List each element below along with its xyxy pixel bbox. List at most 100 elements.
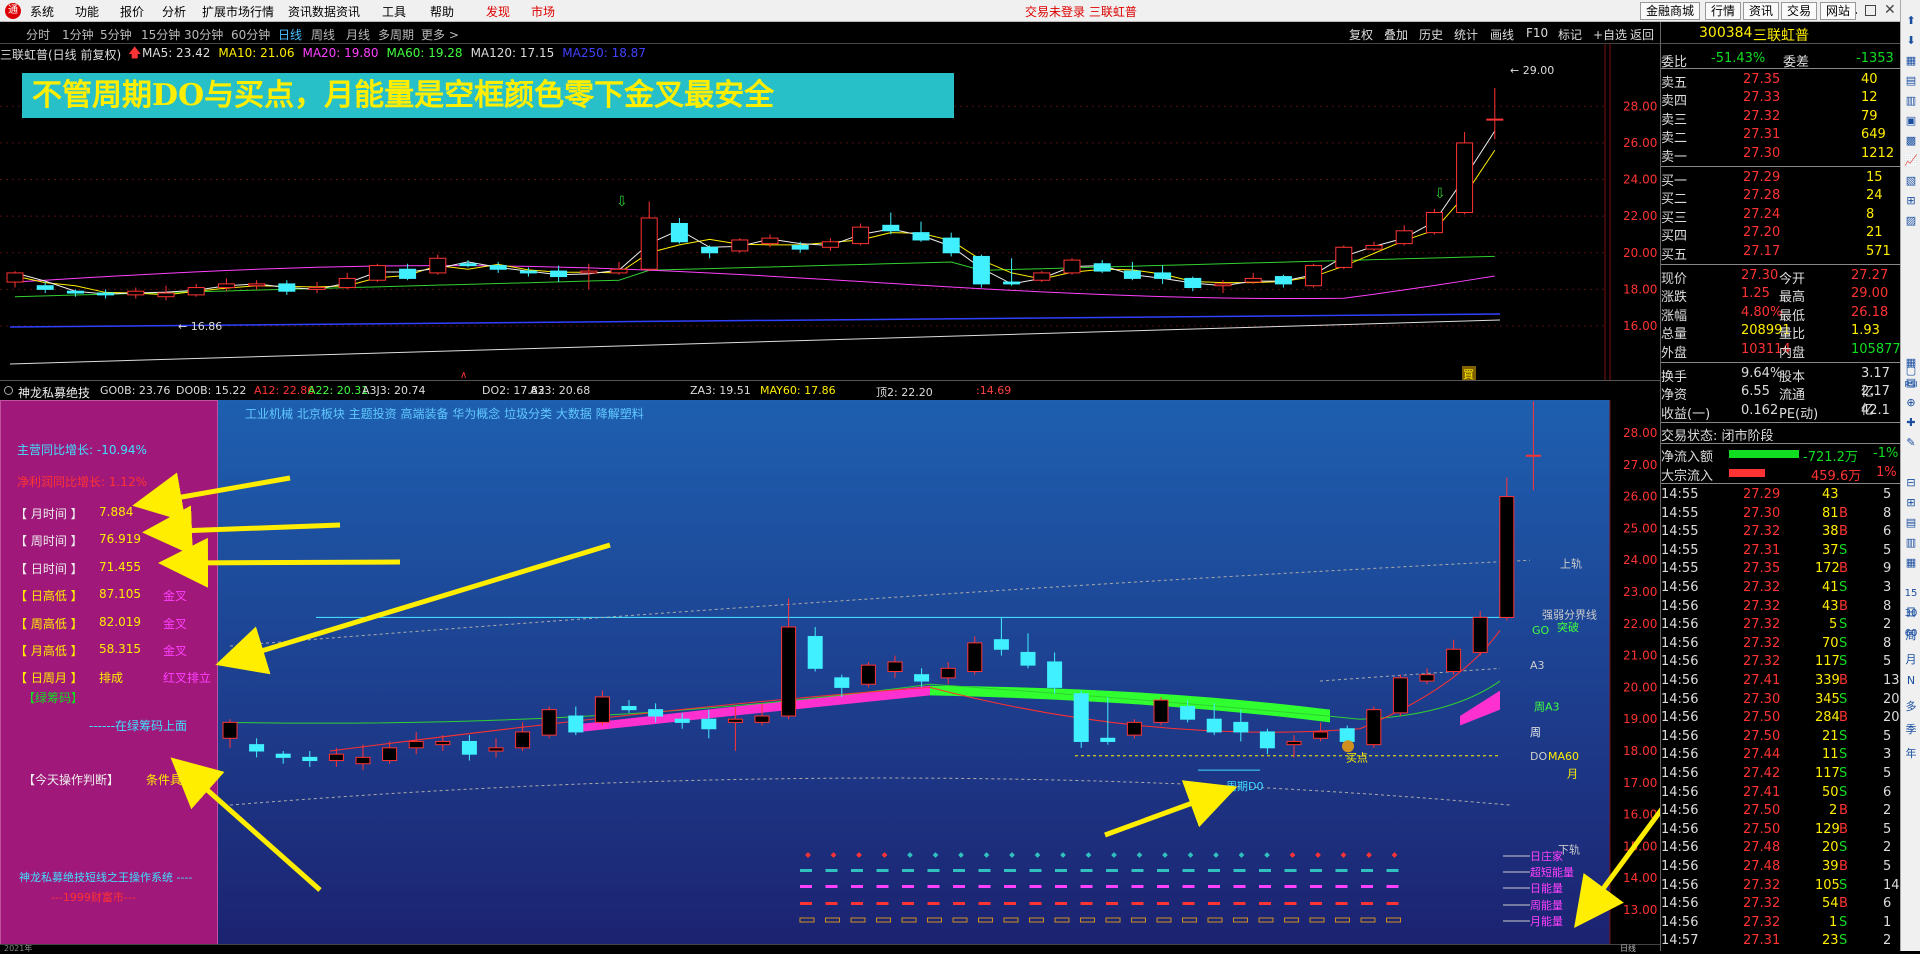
toolbar-icon[interactable]: 📈 [1903,154,1919,170]
toolbar-icon[interactable]: ▦ [1903,356,1919,372]
toolbar-icon[interactable]: ▨ [1903,214,1919,230]
sidebar-shortcut[interactable]: N [1903,674,1919,690]
toolbar-icon[interactable]: ▣ [1903,114,1919,130]
toolbar-icon[interactable]: ⊞ [1903,194,1919,210]
tick-row: 14:56 27.32 43 B 8 [1661,598,1892,614]
toolbar-icon[interactable]: ▥ [1903,94,1919,110]
period-tab[interactable]: 分时 [26,26,50,43]
menu-item[interactable]: 帮助 [430,3,454,20]
toolbar-icon[interactable]: ▤ [1903,74,1919,90]
maximize-icon[interactable] [1865,5,1876,16]
candle-body [278,283,296,292]
sidebar-shortcut[interactable]: RSI [1903,380,1919,396]
energy-mark [953,869,965,872]
sidebar-shortcut[interactable]: 30 [1903,608,1919,624]
period-tab[interactable]: 1分钟 [62,26,94,43]
indicator-toggle-icon[interactable] [4,386,13,395]
candle-body [222,721,238,739]
indicator-chart[interactable]: 28.00 27.00 26.00 25.00 24.00 23.00 22.00 21.00… [0,400,1660,951]
toolbar-icon[interactable]: ⊟ [1903,476,1919,492]
sidebar-shortcut[interactable]: 年 [1903,745,1919,761]
menu-item[interactable]: 功能 [75,3,99,20]
candle-body [914,674,930,682]
energy-mark [876,869,889,872]
toolbar-icon[interactable]: ✎ [1903,436,1919,452]
menu-item[interactable]: 分析 [162,3,186,20]
toolbar-icon[interactable]: ⬆ [1903,14,1919,30]
toolbar-icon[interactable]: ▧ [1903,174,1919,190]
tool-button[interactable]: 返回 [1630,26,1654,43]
toolbar-icon[interactable]: ▦ [1903,556,1919,572]
sidebar-shortcut[interactable]: 15 [1903,588,1919,604]
top-button[interactable]: 金融商城 [1640,2,1701,20]
menu-faxian[interactable]: 发现 [486,3,510,20]
menu-item[interactable]: 资讯数据 [288,3,336,20]
period-tab[interactable]: 5分钟 [100,26,132,43]
menu-item[interactable]: 报价 [120,3,144,20]
top-button[interactable]: 资讯 [1743,2,1780,20]
energy-mark [1233,902,1246,905]
toolbar-icon[interactable]: ⬇ [1903,34,1919,50]
side-row-key: 【 月高低 】 [15,644,83,658]
candle-body [1073,693,1089,742]
sidebar-shortcut[interactable]: 多 [1903,698,1919,714]
close-icon[interactable]: ✕ [1884,2,1896,18]
candle-body [674,718,690,723]
candle-body [550,270,568,278]
tool-button[interactable]: 复权 [1349,26,1373,43]
tool-button[interactable]: +自选 [1593,26,1627,43]
toolbar-icon[interactable]: ▤ [1903,516,1919,532]
menu-item[interactable]: 资讯 [336,3,360,20]
sidebar-shortcut[interactable]: 60 [1903,628,1919,644]
toolbar-icon[interactable]: ▦ [1903,54,1919,70]
period-tab[interactable]: 60分钟 [231,26,270,43]
period-tab[interactable]: 月线 [346,26,370,43]
toolbar-icon[interactable]: ⊕ [1903,396,1919,412]
tool-button[interactable]: 标记 [1558,26,1582,43]
candle-body [275,753,291,758]
menu-shichang[interactable]: 市场 [531,3,555,20]
sidebar-shortcut[interactable]: 季 [1903,721,1919,737]
buy-level: 买五 27.17 571 [1661,243,1891,263]
period-tab[interactable]: 更多 > [421,26,459,43]
tool-button[interactable]: 统计 [1454,26,1478,43]
tool-button[interactable]: 叠加 [1384,26,1408,43]
indicator-value: A33: 20.68 [530,384,591,397]
energy-mark [1131,869,1144,872]
energy-label-rineng: 日能量 [1530,881,1563,895]
toolbar-icon[interactable]: ▩ [1903,134,1919,150]
candle-body [1305,265,1323,287]
period-tab[interactable]: 多周期 [378,26,414,43]
tool-button[interactable]: F10 [1526,26,1548,40]
top-button[interactable]: 网站 [1820,2,1857,20]
menu-item[interactable]: 工具 [382,3,406,20]
login-status[interactable]: 交易未登录 三联虹普 [1025,3,1137,20]
period-tab[interactable]: 周线 [311,26,335,43]
tick-row: 14:55 27.35 172 B 9 [1661,561,1892,577]
toolbar-icon[interactable]: ✚ [1903,416,1919,432]
indicator-value: A22: 20.31 [308,384,369,397]
period-tab[interactable]: 30分钟 [184,26,223,43]
tick-row: 14:56 27.32 105 S 14 [1661,877,1900,893]
menu-item[interactable]: 扩展市场行情 [202,3,274,20]
indicator-name[interactable]: 神龙私募绝技 [18,384,90,401]
top-button[interactable]: 行情 [1705,2,1742,20]
energy-mark [1182,902,1195,905]
app-logo-icon[interactable]: 通 [5,3,21,19]
sidebar-shortcut[interactable]: 月 [1903,651,1919,667]
period-tab[interactable]: 日线 [278,26,302,43]
right-toolbar: ⬆ ⬇ ▦ ▤ ▥ ▣ ▩ 📈 ▧ ⊞ ▨ ▢ ▦ ▤ ⊕ ✚ ✎ ⊟ ⊞ ▤ ▥ ▦ RSI 日周月 N 多季年 15 30 60 [1900,0,1920,951]
candle-body [781,626,797,717]
menu-item[interactable]: 系统 [30,3,54,20]
candle-body [648,709,664,717]
tool-button[interactable]: 历史 [1419,26,1443,43]
tool-button[interactable]: 画线 [1490,26,1514,43]
candle-body [761,237,779,245]
top-button[interactable]: 交易 [1781,2,1818,20]
period-tab[interactable]: 15分钟 [141,26,180,43]
candle-body [791,244,809,250]
toolbar-icon[interactable]: ⊞ [1903,496,1919,512]
energy-mark [1029,902,1042,905]
energy-mark [978,902,991,905]
toolbar-icon[interactable]: ▥ [1903,536,1919,552]
